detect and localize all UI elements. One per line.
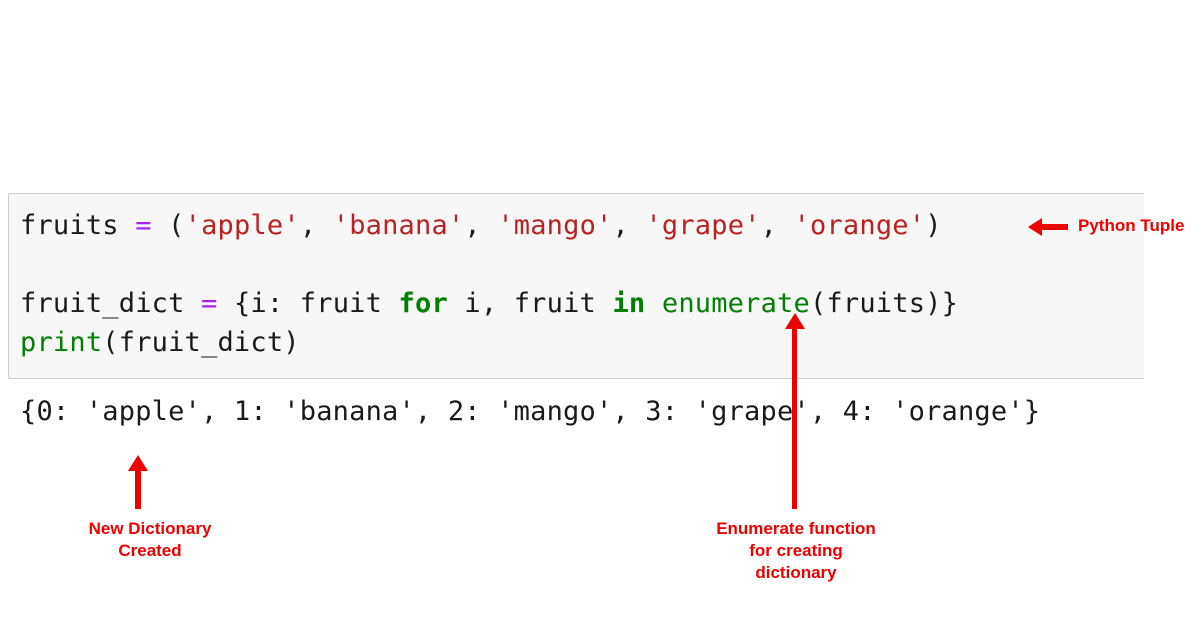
code-string: 'mango'	[497, 210, 613, 241]
arrow-up-long-icon	[785, 313, 805, 509]
code-punct: )	[925, 210, 942, 241]
new-dictionary-label-line-1: New Dictionary	[88, 519, 212, 538]
arrow-left-icon	[1028, 218, 1068, 236]
enumerate-label-line-1: Enumerate function	[716, 519, 876, 538]
code-operator: =	[201, 288, 218, 319]
code-builtin: print	[20, 327, 103, 358]
code-text: (fruit_dict)	[102, 327, 300, 358]
code-punct: (	[168, 210, 185, 241]
code-line-2: fruit_dict = {i: fruit for i, fruit in e…	[20, 288, 958, 319]
enumerate-function-label: Enumerate function for creating dictiona…	[696, 518, 896, 584]
arrow-up-icon	[128, 455, 148, 509]
code-keyword: in	[612, 288, 646, 319]
enumerate-label-line-2: for creating	[749, 541, 843, 560]
code-keyword: for	[398, 288, 448, 319]
code-text: {i: fruit	[233, 288, 399, 319]
new-dictionary-label-line-2: Created	[118, 541, 182, 560]
enumerate-label-line-3: dictionary	[755, 563, 837, 582]
code-string: 'banana'	[332, 210, 465, 241]
code-variable: fruits	[20, 210, 119, 241]
code-text: i, fruit	[447, 288, 613, 319]
code-string: 'apple'	[184, 210, 300, 241]
code-string: 'grape'	[645, 210, 761, 241]
new-dictionary-label: New Dictionary Created	[60, 518, 240, 562]
code-line-1: fruits = ('apple', 'banana', 'mango', 'g…	[20, 210, 942, 241]
code-line-3: print(fruit_dict)	[20, 327, 300, 358]
python-tuple-label: Python Tuple	[1078, 216, 1185, 235]
code-operator: =	[135, 210, 152, 241]
code-text: (fruits)}	[809, 288, 959, 319]
cell-output: {0: 'apple', 1: 'banana', 2: 'mango', 3:…	[20, 396, 1041, 427]
code-string: 'orange'	[793, 210, 926, 241]
code-variable: fruit_dict	[20, 288, 185, 319]
